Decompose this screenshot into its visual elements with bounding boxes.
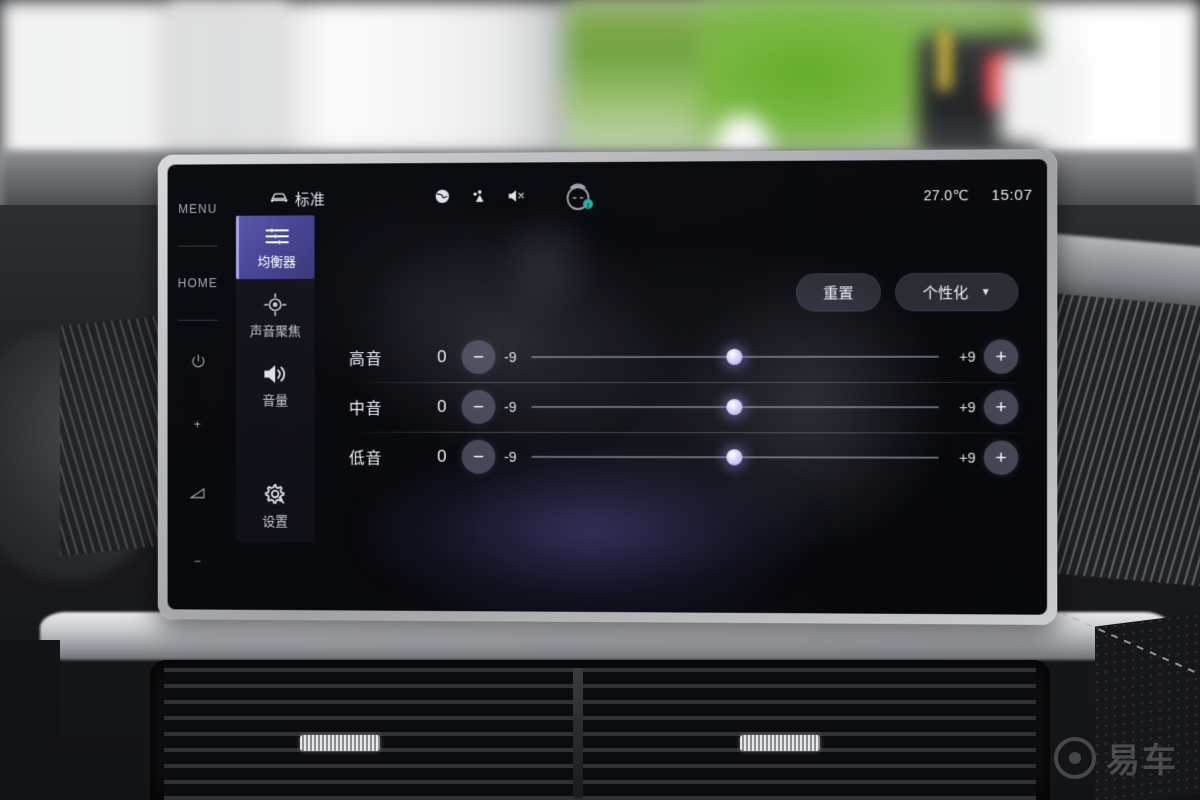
- equalizer-row-treble: 高音 0 − -9 +9 +: [349, 331, 1027, 382]
- equalizer-row-value: 0: [437, 446, 447, 466]
- nav-item-label: 音量: [262, 392, 288, 408]
- increase-bass-button[interactable]: +: [983, 440, 1019, 475]
- volume-down-button[interactable]: −: [194, 550, 202, 572]
- increase-treble-button[interactable]: +: [983, 339, 1019, 374]
- decrease-mid-button[interactable]: −: [461, 389, 496, 424]
- air-vent-knob[interactable]: [740, 735, 820, 751]
- home-button[interactable]: HOME: [178, 272, 218, 294]
- power-icon[interactable]: [191, 346, 206, 374]
- globe-icon[interactable]: [434, 188, 451, 208]
- equalizer-min-label: -9: [504, 349, 517, 366]
- face-avatar-icon[interactable]: !: [562, 180, 596, 215]
- hardkey-divider: [178, 245, 218, 247]
- outside-temperature: 27.0℃: [923, 186, 969, 203]
- drive-mode-indicator[interactable]: 标准: [269, 188, 325, 209]
- audio-nav-rail: 均衡器 声音聚焦 音量 设置: [235, 215, 315, 543]
- screen-glare: [492, 202, 602, 323]
- speaker-muted-icon[interactable]: [507, 188, 526, 206]
- equalizer-row-label: 低音: [348, 450, 383, 468]
- nav-item-label: 声音聚焦: [249, 323, 301, 339]
- treble-slider[interactable]: [531, 340, 939, 374]
- decrease-treble-button[interactable]: −: [461, 340, 496, 375]
- equalizer-row-label: 高音: [348, 351, 383, 369]
- chevron-down-icon: ▼: [980, 286, 991, 298]
- equalizer-icon: [263, 221, 290, 247]
- action-button-group: 重置 个性化 ▼: [795, 272, 1019, 312]
- settings-gear-icon: [261, 481, 288, 507]
- volume-icon: [261, 360, 288, 386]
- slider-handle[interactable]: [725, 348, 742, 365]
- status-right-group: 27.0℃ 15:07: [924, 186, 1033, 204]
- hardkey-strip: MENU HOME + −: [168, 164, 229, 609]
- console-panel-left: [0, 640, 60, 800]
- equalizer-row-bass: 低音 0 − -9 +9 +: [349, 432, 1027, 483]
- bass-slider[interactable]: [531, 440, 939, 475]
- reset-button-label: 重置: [823, 284, 854, 302]
- clock: 15:07: [991, 186, 1033, 204]
- equalizer-max-label: +9: [959, 449, 976, 466]
- equalizer-row-label: 中音: [348, 400, 383, 418]
- increase-mid-button[interactable]: +: [983, 390, 1019, 425]
- nav-item-label: 设置: [262, 513, 288, 529]
- profile-dropdown-label: 个性化: [922, 284, 969, 302]
- hardkey-divider: [178, 319, 218, 321]
- status-icon-group: [434, 187, 526, 207]
- equalizer-list: 高音 0 − -9 +9 + 中音 0 − -9 +9 + 低音 0 − -9 …: [349, 331, 1027, 483]
- sound-focus-icon: [261, 291, 288, 317]
- equalizer-max-label: +9: [959, 348, 976, 365]
- decrease-bass-button[interactable]: −: [461, 439, 496, 474]
- nav-item-settings[interactable]: 设置: [236, 481, 315, 530]
- watermark-text: 易车: [1106, 742, 1178, 780]
- nav-item-equalizer[interactable]: 均衡器: [235, 215, 315, 280]
- menu-button[interactable]: MENU: [178, 198, 217, 220]
- svg-text:!: !: [587, 200, 590, 209]
- mid-slider[interactable]: [531, 390, 939, 424]
- volume-up-button[interactable]: +: [194, 414, 202, 436]
- reset-button[interactable]: 重置: [795, 273, 881, 312]
- nav-item-volume[interactable]: 音量: [236, 360, 315, 409]
- infotainment-screen[interactable]: MENU HOME + − 标准 ! 27.0℃ 15:07 均衡器 声音聚焦 …: [167, 159, 1048, 615]
- air-vent-assembly: [150, 660, 1050, 800]
- infotainment-bezel: MENU HOME + − 标准 ! 27.0℃ 15:07 均衡器 声音聚焦 …: [157, 149, 1058, 625]
- slider-handle[interactable]: [725, 449, 742, 466]
- background-post: [938, 30, 951, 90]
- equalizer-min-label: -9: [504, 398, 517, 415]
- location-person-icon[interactable]: [471, 188, 488, 208]
- air-vent-divider: [573, 668, 583, 798]
- air-vent-slats: [164, 668, 1036, 800]
- slider-handle[interactable]: [725, 399, 742, 416]
- profile-dropdown[interactable]: 个性化 ▼: [895, 272, 1019, 312]
- background-white-car: [1000, 55, 1080, 145]
- equalizer-row-mid: 中音 0 − -9 +9 +: [349, 382, 1027, 433]
- drive-mode-label: 标准: [294, 190, 326, 209]
- nav-item-sound-focus[interactable]: 声音聚焦: [236, 291, 315, 340]
- equalizer-max-label: +9: [959, 399, 976, 416]
- equalizer-row-value: 0: [437, 396, 447, 416]
- car-icon: [269, 191, 289, 207]
- yiche-logo-icon: [1054, 736, 1096, 779]
- equalizer-row-value: 0: [437, 347, 447, 367]
- volume-wedge-icon[interactable]: [190, 479, 206, 507]
- equalizer-min-label: -9: [504, 448, 517, 465]
- status-bar: 标准 ! 27.0℃ 15:07: [228, 180, 1033, 214]
- air-vent-knob[interactable]: [300, 735, 380, 751]
- watermark: 易车: [1054, 733, 1178, 782]
- nav-item-label: 均衡器: [257, 254, 296, 270]
